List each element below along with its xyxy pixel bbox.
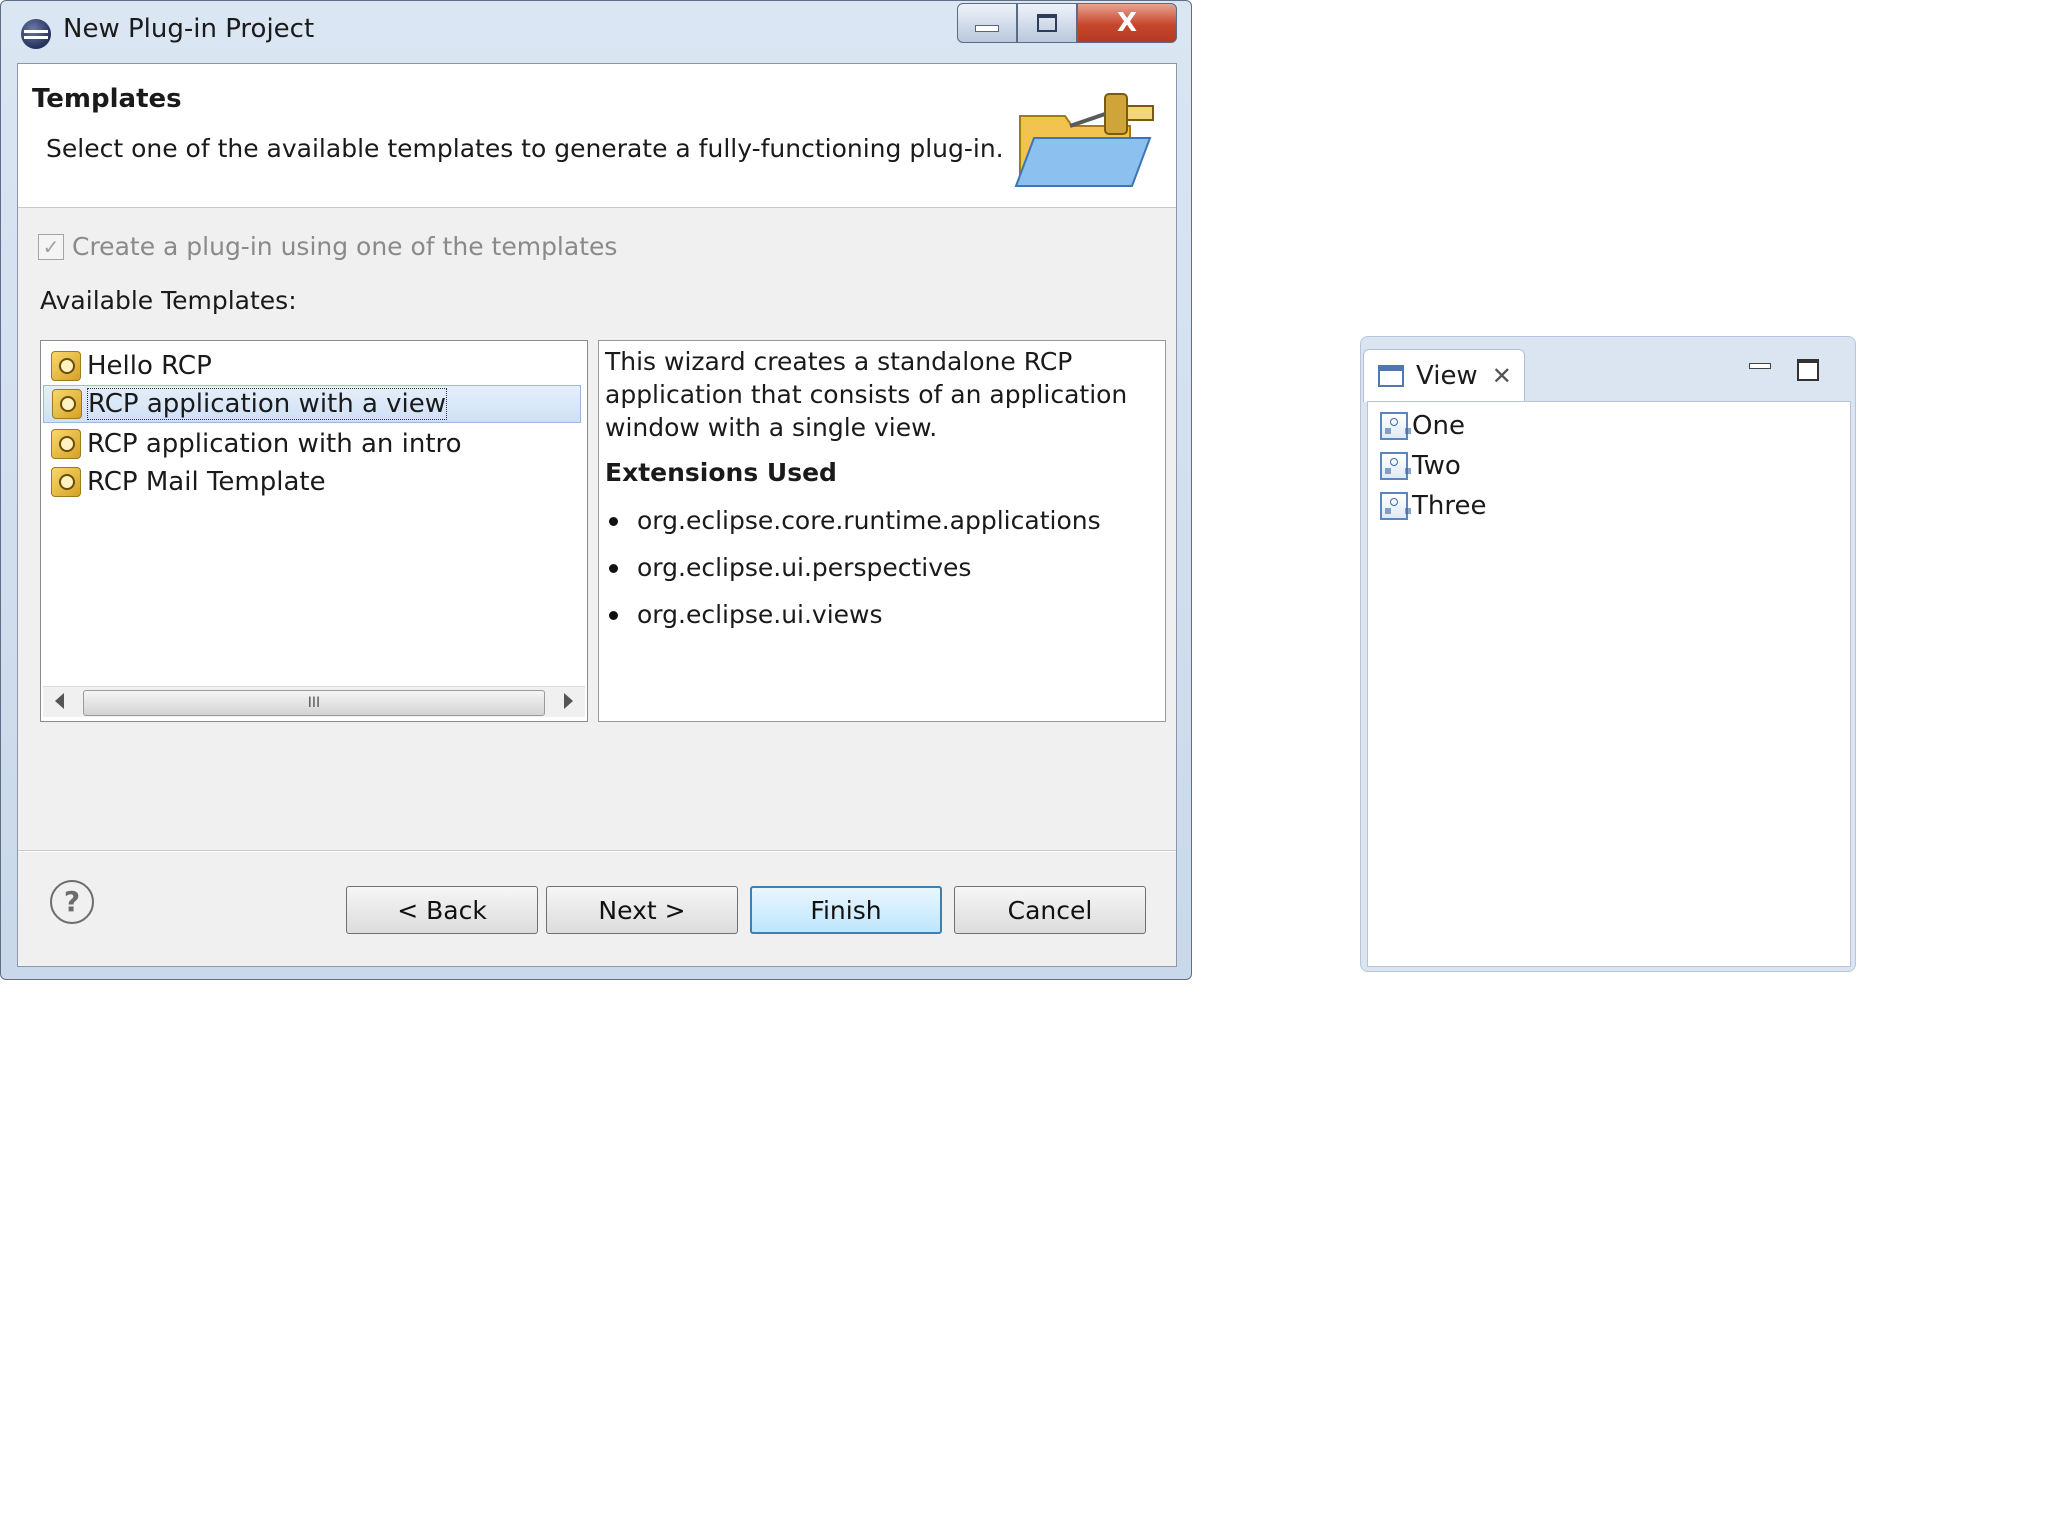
list-item[interactable]: RCP application with an intro [51, 425, 462, 463]
view-icon [1378, 365, 1404, 387]
plugin-template-icon [51, 429, 81, 459]
use-template-checkbox[interactable]: ✓ [38, 233, 64, 260]
plugin-template-icon [51, 467, 81, 497]
extension-item: org.eclipse.ui.views [605, 591, 1159, 638]
template-description-text: This wizard creates a standalone RCP app… [605, 347, 1128, 442]
scroll-right-icon[interactable] [564, 693, 573, 709]
list-item[interactable]: Hello RCP [51, 347, 212, 385]
extension-item: org.eclipse.ui.perspectives [605, 544, 1159, 591]
title-bar[interactable]: New Plug-in Project X [1, 1, 1191, 63]
view-tab[interactable]: View ✕ [1363, 349, 1525, 402]
dialog-client-area: Templates Select one of the available te… [17, 63, 1177, 967]
list-item[interactable]: Two [1380, 448, 1461, 484]
help-icon[interactable]: ? [50, 880, 94, 924]
window-title: New Plug-in Project [63, 14, 315, 44]
plugin-folder-icon [1014, 93, 1154, 187]
back-button[interactable]: < Back [346, 886, 538, 934]
plugin-template-icon [51, 351, 81, 381]
cancel-button[interactable]: Cancel [954, 886, 1146, 934]
element-icon [1380, 452, 1411, 480]
maximize-icon[interactable] [1797, 359, 1819, 381]
horizontal-scrollbar[interactable]: III [43, 686, 585, 717]
element-icon [1380, 492, 1411, 520]
page-description: Select one of the available templates to… [46, 134, 1004, 163]
list-item[interactable]: Three [1380, 488, 1486, 524]
list-item[interactable]: One [1380, 408, 1465, 444]
extensions-heading: Extensions Used [605, 458, 837, 487]
extension-item: org.eclipse.core.runtime.applications [605, 497, 1159, 544]
next-button[interactable]: Next > [546, 886, 738, 934]
button-bar-separator [18, 850, 1176, 852]
list-item[interactable]: RCP application with a view [43, 385, 581, 423]
view-content: One Two Three [1367, 401, 1851, 967]
view-part: View ✕ One Two Three [1360, 336, 1856, 972]
finish-button[interactable]: Finish [750, 886, 942, 934]
minimize-icon [975, 24, 999, 32]
minimize-icon[interactable] [1749, 363, 1771, 369]
element-icon [1380, 412, 1411, 440]
maximize-button[interactable] [1017, 3, 1077, 43]
scroll-thumb[interactable]: III [83, 690, 545, 716]
template-description-panel: This wizard creates a standalone RCP app… [598, 340, 1166, 722]
template-list[interactable]: Hello RCP RCP application with a view RC… [40, 340, 588, 722]
wizard-header: Templates Select one of the available te… [18, 64, 1176, 208]
list-item[interactable]: RCP Mail Template [51, 463, 326, 501]
maximize-icon [1037, 14, 1057, 32]
extensions-list: org.eclipse.core.runtime.applications or… [605, 497, 1159, 638]
close-icon[interactable]: ✕ [1492, 362, 1512, 390]
page-title: Templates [32, 84, 182, 114]
scroll-left-icon[interactable] [55, 693, 64, 709]
plugin-template-icon [52, 389, 82, 419]
new-plugin-project-dialog: New Plug-in Project X Templates Select o… [0, 0, 1192, 980]
available-templates-label: Available Templates: [40, 286, 297, 315]
eclipse-icon [21, 19, 51, 49]
use-template-label: Create a plug-in using one of the templa… [72, 232, 618, 261]
window-controls: X [957, 3, 1177, 43]
use-template-checkbox-row[interactable]: ✓ Create a plug-in using one of the temp… [38, 232, 617, 261]
minimize-button[interactable] [957, 3, 1017, 43]
view-tab-label: View [1416, 361, 1478, 391]
close-button[interactable]: X [1077, 3, 1177, 43]
